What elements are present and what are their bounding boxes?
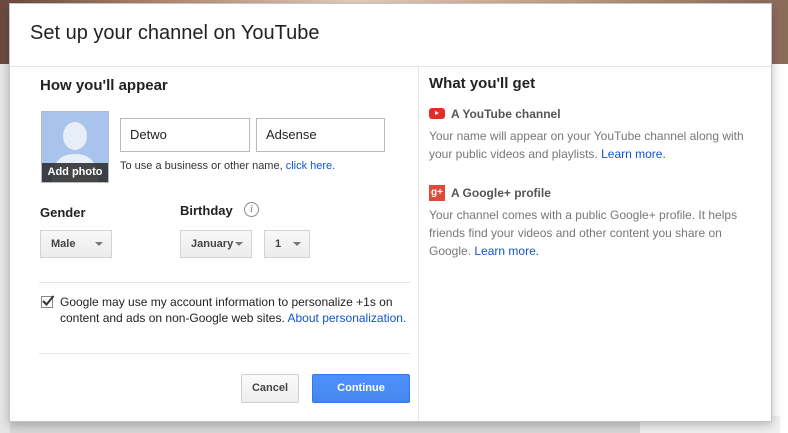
chevron-down-icon: [293, 242, 301, 246]
personalize-checkbox[interactable]: [41, 295, 55, 308]
business-name-hint: To use a business or other name, click h…: [120, 160, 335, 172]
youtube-description-text: Your name will appear on your YouTube ch…: [429, 129, 744, 161]
youtube-learn-more-link[interactable]: Learn more.: [601, 147, 666, 161]
google-plus-learn-more-link[interactable]: Learn more.: [474, 244, 539, 258]
benefits-heading: What you'll get: [429, 75, 536, 92]
birthday-label: Birthday: [180, 203, 233, 218]
last-name-field[interactable]: Adsense: [256, 118, 385, 152]
chevron-down-icon: [95, 242, 103, 246]
month-value: January: [191, 238, 234, 250]
youtube-channel-title: A YouTube channel: [451, 107, 561, 121]
consent-text: Google may use my account information to…: [60, 294, 410, 326]
checkmark-icon: [42, 295, 55, 306]
footer-divider: [39, 353, 410, 354]
gender-label: Gender: [40, 205, 86, 220]
avatar[interactable]: Add photo: [41, 111, 109, 183]
birthday-month-select[interactable]: January: [180, 230, 252, 258]
youtube-icon: [429, 108, 445, 119]
google-plus-description: Your channel comes with a public Google+…: [429, 206, 759, 260]
chevron-down-icon: [235, 242, 243, 246]
day-value: 1: [275, 238, 282, 250]
add-photo-label[interactable]: Add photo: [42, 163, 108, 182]
column-divider: [418, 66, 419, 421]
background-right-edge: [770, 64, 788, 433]
gender-select[interactable]: Male: [40, 230, 112, 258]
continue-button[interactable]: Continue: [312, 374, 410, 403]
title-divider: [10, 66, 771, 67]
birthday-day-select[interactable]: 1: [264, 230, 310, 258]
google-plus-icon: g+: [429, 185, 445, 201]
appear-heading: How you'll appear: [40, 77, 168, 94]
section-divider: [39, 282, 410, 283]
youtube-channel-description: Your name will appear on your YouTube ch…: [429, 127, 759, 163]
cancel-button[interactable]: Cancel: [241, 374, 299, 403]
dialog-title: Set up your channel on YouTube: [30, 22, 320, 44]
about-personalization-link[interactable]: About personalization.: [288, 311, 407, 325]
gender-value: Male: [51, 238, 76, 250]
channel-setup-dialog: Set up your channel on YouTube How you'l…: [9, 3, 772, 422]
google-plus-title: A Google+ profile: [451, 186, 551, 200]
hint-text: To use a business or other name,: [120, 160, 283, 172]
first-name-field[interactable]: Detwo: [120, 118, 250, 152]
click-here-link[interactable]: click here.: [286, 160, 336, 172]
info-icon[interactable]: i: [244, 202, 259, 217]
